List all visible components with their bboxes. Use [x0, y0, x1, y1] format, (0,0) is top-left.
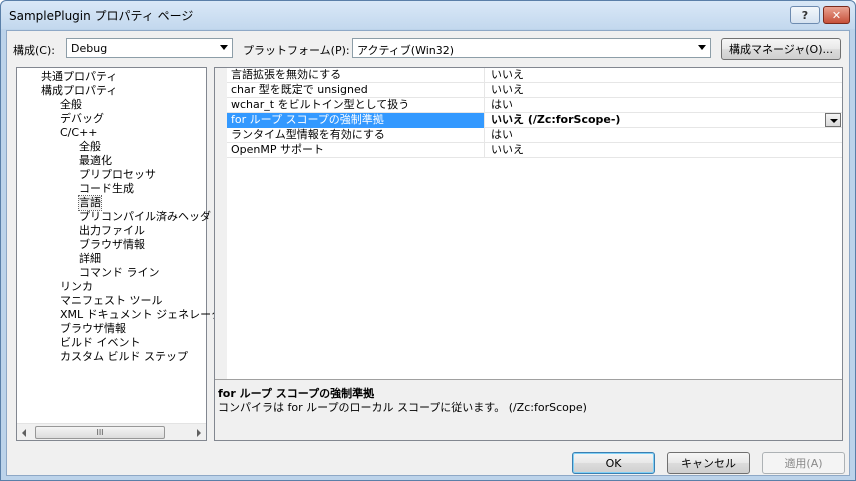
config-label: 構成(C):: [13, 44, 55, 57]
property-row[interactable]: OpenMP サポート いいえ: [227, 143, 842, 158]
config-dropdown[interactable]: Debug: [66, 38, 233, 58]
scroll-right-icon[interactable]: [197, 429, 201, 437]
tree-item[interactable]: マニフェスト ツール: [60, 294, 163, 308]
property-row[interactable]: for ループ スコープの強制準拠 いいえ (/Zc:forScope-): [227, 113, 842, 128]
property-value[interactable]: いいえ: [486, 143, 842, 158]
property-tree[interactable]: 共通プロパティ 構成プロパティ 全般 デバッグ C/C++ 全般 最適化 プリプロセッサ コード…: [16, 67, 222, 441]
platform-label: プラットフォーム(P):: [243, 44, 350, 57]
platform-dropdown[interactable]: アクティブ(Win32): [352, 38, 711, 58]
property-list: 言語拡張を無効にする いいえ char 型を既定で unsigned いいえ wchar…: [215, 68, 842, 379]
tree-item[interactable]: デバッグ: [60, 112, 104, 126]
tree-item[interactable]: 言語: [78, 195, 102, 211]
tree-item[interactable]: プリコンパイル済みヘッダ: [79, 210, 211, 224]
property-grid: 言語拡張を無効にする いいえ char 型を既定で unsigned いいえ wchar…: [214, 67, 843, 441]
property-value[interactable]: はい: [486, 98, 842, 113]
property-row[interactable]: wchar_t をビルトイン型として扱う はい: [227, 98, 842, 113]
tree-item[interactable]: 全般: [60, 98, 82, 112]
horizontal-scrollbar[interactable]: III: [17, 423, 206, 440]
tree-item[interactable]: 全般: [79, 140, 101, 154]
tree-item[interactable]: 構成プロパティ: [41, 84, 117, 98]
description-pane: for ループ スコープの強制準拠 コンパイラは for ループのローカル スコ…: [215, 382, 842, 440]
tree-item[interactable]: 最適化: [79, 154, 112, 168]
help-button[interactable]: ?: [790, 6, 820, 24]
config-value: Debug: [71, 42, 108, 55]
property-row[interactable]: ランタイム型情報を有効にする はい: [227, 128, 842, 143]
property-row[interactable]: char 型を既定で unsigned いいえ: [227, 83, 842, 98]
dropdown-arrow-icon[interactable]: [825, 113, 841, 127]
platform-value: アクティブ(Win32): [357, 44, 455, 57]
apply-button[interactable]: 適用(A): [762, 452, 845, 474]
tree-item[interactable]: リンカ: [60, 280, 93, 294]
tree-item[interactable]: XML ドキュメント ジェネレータ: [60, 308, 222, 322]
tree-item[interactable]: コマンド ライン: [79, 266, 160, 280]
tree-item[interactable]: 共通プロパティ: [41, 70, 117, 84]
property-name[interactable]: OpenMP サポート: [227, 143, 485, 158]
property-value[interactable]: はい: [486, 128, 842, 143]
tree-item[interactable]: 詳細: [79, 252, 101, 266]
title-bar[interactable]: SamplePlugin プロパティ ページ ? ✕: [1, 1, 855, 29]
property-name[interactable]: for ループ スコープの強制準拠: [227, 113, 485, 128]
description-text: コンパイラは for ループのローカル スコープに従います。 (/Zc:forS…: [218, 401, 587, 414]
dialog-client: 構成(C): Debug プラットフォーム(P): アクティブ(Win32) 構…: [6, 30, 850, 476]
window-title: SamplePlugin プロパティ ページ: [9, 9, 194, 23]
scroll-thumb[interactable]: III: [35, 426, 165, 439]
scroll-left-icon[interactable]: [22, 429, 26, 437]
tree-item[interactable]: ブラウザ情報: [60, 322, 126, 336]
grid-margin: [215, 68, 227, 379]
tree-item[interactable]: カスタム ビルド ステップ: [60, 350, 188, 364]
property-value[interactable]: いいえ (/Zc:forScope-): [486, 113, 842, 128]
tree-item[interactable]: コード生成: [79, 182, 134, 196]
property-name[interactable]: char 型を既定で unsigned: [227, 83, 485, 98]
cancel-button[interactable]: キャンセル: [667, 452, 750, 474]
property-row[interactable]: 言語拡張を無効にする いいえ: [227, 68, 842, 83]
tree-item[interactable]: プリプロセッサ: [79, 168, 156, 182]
tree-item[interactable]: 出力ファイル: [79, 224, 145, 238]
property-name[interactable]: wchar_t をビルトイン型として扱う: [227, 98, 485, 113]
chevron-down-icon: [220, 45, 228, 50]
close-button[interactable]: ✕: [823, 6, 850, 24]
tree-item[interactable]: ビルド イベント: [60, 336, 141, 350]
tree-item[interactable]: C/C++: [60, 126, 98, 140]
property-name[interactable]: 言語拡張を無効にする: [227, 68, 485, 83]
property-value[interactable]: いいえ: [486, 68, 842, 83]
properties-dialog: SamplePlugin プロパティ ページ ? ✕ 構成(C): Debug …: [0, 0, 856, 481]
config-manager-button[interactable]: 構成マネージャ(O)...: [721, 38, 841, 60]
property-name[interactable]: ランタイム型情報を有効にする: [227, 128, 485, 143]
ok-button[interactable]: OK: [572, 452, 655, 474]
chevron-down-icon: [698, 45, 706, 50]
property-value[interactable]: いいえ: [486, 83, 842, 98]
tree-item[interactable]: ブラウザ情報: [79, 238, 145, 252]
